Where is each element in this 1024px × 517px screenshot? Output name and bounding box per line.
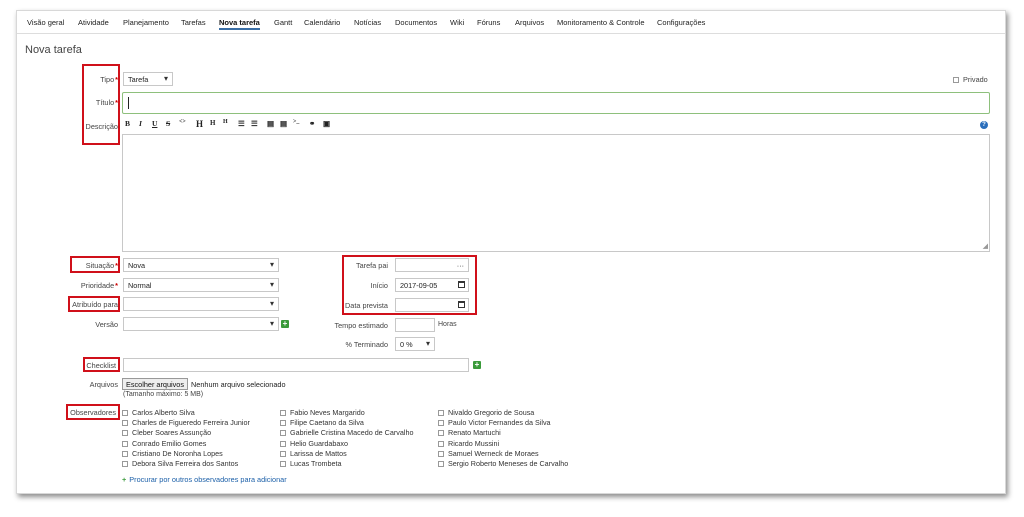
add-checklist-plus-icon[interactable]: +	[473, 361, 481, 369]
prioridade-select[interactable]: Normal	[123, 278, 279, 292]
titulo-input[interactable]	[122, 92, 990, 114]
tab-noticias[interactable]: Notícias	[354, 18, 381, 27]
italic-button[interactable]: I	[139, 119, 142, 128]
page-title: Nova tarefa	[25, 44, 82, 56]
inicio-input[interactable]: 2017-09-05	[395, 278, 469, 292]
checklist-label: Checklist	[86, 361, 116, 370]
terminado-label: % Terminado	[345, 340, 388, 349]
tipo-select[interactable]: Tarefa	[123, 72, 173, 86]
tab-visao-geral[interactable]: Visão geral	[27, 18, 64, 27]
descricao-label: Descrição	[85, 122, 118, 131]
tempo-estimado-label: Tempo estimado	[334, 321, 388, 330]
tab-atividade[interactable]: Atividade	[78, 18, 109, 27]
tempo-estimado-input[interactable]	[395, 318, 435, 332]
tab-configuracoes[interactable]: Configurações	[657, 18, 705, 27]
privado-option[interactable]: Privado	[953, 75, 988, 84]
watcher-item[interactable]: Filipe Caetano da Silva	[280, 418, 364, 427]
watcher-item[interactable]: Charles de Figueredo Ferreira Junior	[122, 418, 250, 427]
watcher-item[interactable]: Samuel Werneck de Moraes	[438, 449, 539, 458]
watcher-item[interactable]: Carlos Alberto Silva	[122, 408, 195, 417]
tab-nova-tarefa[interactable]: Nova tarefa	[219, 18, 260, 30]
app-window: Visão geral Atividade Planejamento Taref…	[16, 10, 1006, 494]
privado-checkbox[interactable]	[953, 77, 959, 84]
data-prevista-input[interactable]	[395, 298, 469, 312]
calendar-icon[interactable]	[458, 301, 465, 308]
checklist-input[interactable]	[123, 358, 469, 372]
watcher-item[interactable]: Conrado Emilio Gomes	[122, 439, 206, 448]
descricao-textarea[interactable]: ◢	[122, 134, 990, 252]
tarefa-pai-input[interactable]: ···	[395, 258, 469, 272]
tab-planejamento[interactable]: Planejamento	[123, 18, 169, 27]
watcher-item[interactable]: Larissa de Mattos	[280, 449, 347, 458]
tab-arquivos[interactable]: Arquivos	[515, 18, 544, 27]
situacao-select[interactable]: Nova	[123, 258, 279, 272]
arquivos-label: Arquivos	[89, 380, 118, 389]
unordered-list-button[interactable]: ☰	[238, 119, 245, 128]
tab-gantt[interactable]: Gantt	[274, 18, 292, 27]
resize-grip-icon[interactable]: ◢	[983, 242, 988, 250]
titulo-label: Título*	[95, 98, 118, 107]
atribuido-select[interactable]	[123, 297, 279, 311]
link-button[interactable]: ⚭	[309, 119, 315, 128]
strike-button[interactable]: S	[166, 119, 170, 128]
code-button[interactable]: <>	[179, 119, 186, 125]
add-versao-plus-icon[interactable]: +	[281, 320, 289, 328]
choose-files-button[interactable]: Escolher arquivos	[122, 378, 188, 390]
plus-icon: +	[122, 475, 127, 484]
terminado-select[interactable]: 0 %	[395, 337, 435, 351]
tipo-label: Tipo*	[100, 75, 118, 84]
pre-button[interactable]: >_	[293, 119, 299, 125]
watcher-item[interactable]: Debora Silva Ferreira dos Santos	[122, 459, 238, 468]
max-size-hint: (Tamanho máximo: 5 MB)	[123, 391, 204, 398]
versao-label: Versão	[95, 320, 118, 329]
tab-documentos[interactable]: Documentos	[395, 18, 437, 27]
watcher-item[interactable]: Cristiano De Noronha Lopes	[122, 449, 223, 458]
calendar-icon[interactable]	[458, 281, 465, 288]
project-tabs: Visão geral Atividade Planejamento Taref…	[17, 11, 1005, 34]
tab-calendario[interactable]: Calendário	[304, 18, 340, 27]
help-icon[interactable]: ?	[980, 121, 988, 129]
watcher-item[interactable]: Renato Martuchi	[438, 428, 501, 437]
inicio-label: Início	[370, 281, 388, 290]
watcher-item[interactable]: Helio Guardabaxo	[280, 439, 348, 448]
heading3-button[interactable]: H	[223, 119, 228, 125]
versao-select[interactable]	[123, 317, 279, 331]
text-cursor	[128, 97, 129, 109]
watcher-item[interactable]: Fabio Neves Margarido	[280, 408, 365, 417]
watcher-item[interactable]: Lucas Trombeta	[280, 459, 342, 468]
watcher-item[interactable]: Ricardo Mussini	[438, 439, 499, 448]
observadores-label: Observadores	[70, 408, 116, 417]
data-prevista-label: Data prevista	[345, 301, 388, 310]
underline-button[interactable]: U	[152, 119, 157, 128]
inicio-value: 2017-09-05	[400, 281, 438, 290]
watcher-item[interactable]: Sergio Roberto Meneses de Carvalho	[438, 459, 568, 468]
table-button[interactable]: ▤	[267, 119, 274, 128]
heading1-button[interactable]: H	[196, 119, 203, 129]
image-button[interactable]: ▣	[323, 119, 330, 128]
heading2-button[interactable]: H	[210, 119, 215, 127]
tarefa-pai-label: Tarefa pai	[355, 261, 388, 270]
tab-wiki[interactable]: Wiki	[450, 18, 464, 27]
search-watchers-link[interactable]: + Procurar por outros observadores para a…	[122, 475, 287, 484]
no-file-status: Nenhum arquivo selecionado	[191, 380, 286, 389]
tab-monitoramento[interactable]: Monitoramento & Controle	[557, 18, 645, 27]
ordered-list-button[interactable]: ☰	[251, 119, 258, 128]
watcher-item[interactable]: Cleber Soares Assunção	[122, 428, 211, 437]
bold-button[interactable]: B	[125, 119, 130, 128]
prioridade-label: Prioridade*	[80, 281, 118, 290]
watcher-item[interactable]: Paulo Victor Fernandes da Silva	[438, 418, 551, 427]
watcher-item[interactable]: Nivaldo Gregorio de Sousa	[438, 408, 534, 417]
situacao-label: Situação*	[85, 261, 118, 270]
tab-foruns[interactable]: Fóruns	[477, 18, 500, 27]
horas-unit: Horas	[438, 321, 457, 328]
table2-button[interactable]: ▤	[280, 119, 287, 128]
tab-tarefas[interactable]: Tarefas	[181, 18, 206, 27]
privado-label: Privado	[963, 75, 988, 84]
atribuido-label: Atribuído para	[72, 300, 118, 309]
watcher-item[interactable]: Gabrielle Cristina Macedo de Carvalho	[280, 428, 413, 437]
